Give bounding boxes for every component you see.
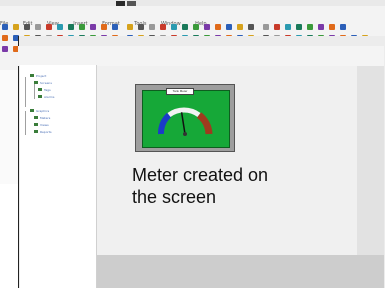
tree-item[interactable]: Tags — [44, 88, 51, 92]
toolbar-button-icon[interactable] — [215, 24, 221, 30]
folder-icon — [34, 123, 38, 126]
toolbar-button-icon[interactable] — [296, 24, 302, 30]
toolbar-button-icon[interactable] — [68, 24, 74, 30]
toolbar-button-icon[interactable] — [204, 24, 210, 30]
toolbar-button-icon[interactable] — [274, 24, 280, 30]
folder-icon — [38, 95, 42, 98]
toolbar-button-icon[interactable] — [90, 24, 96, 30]
tree-item[interactable]: Views — [40, 123, 49, 127]
tree-item[interactable]: Reports — [40, 130, 52, 134]
meter-title-box: Tank Meter — [166, 88, 194, 95]
gauge-arc-high — [196, 112, 213, 135]
canvas-margin-right — [357, 66, 384, 255]
toolbar-button-icon[interactable] — [285, 24, 291, 30]
toolbar-button-icon[interactable] — [101, 24, 107, 30]
folder-icon — [34, 116, 38, 119]
editor-window-toolbar — [18, 46, 384, 66]
tree-connector — [34, 83, 35, 99]
tree-item[interactable]: Screens — [40, 81, 52, 85]
tree-connector — [25, 77, 26, 107]
toolbar-button-icon[interactable] — [226, 24, 232, 30]
toolbar-button-icon[interactable] — [127, 24, 133, 30]
toolbar-button-icon[interactable] — [57, 24, 63, 30]
toolbar-button-icon[interactable] — [237, 24, 243, 30]
background-window-fill — [0, 70, 18, 184]
toolbar-button-icon[interactable] — [263, 24, 269, 30]
folder-icon — [34, 81, 38, 84]
toolbar-button-icon[interactable] — [2, 35, 8, 41]
toolbar-button-icon[interactable] — [171, 24, 177, 30]
toolbar-button-icon[interactable] — [79, 24, 85, 30]
gauge-arc-mid — [167, 107, 201, 118]
project-tree: Project Screens Tags Alarms Graphics Met… — [20, 65, 97, 288]
meter-widget[interactable]: Tank Meter — [135, 84, 235, 152]
toolbar-button-icon[interactable] — [2, 24, 8, 30]
toolbar-button-icon[interactable] — [149, 24, 155, 30]
toolbar-button-icon[interactable] — [24, 24, 30, 30]
canvas-margin-bottom — [97, 255, 384, 288]
toolbar-button-icon[interactable] — [35, 24, 41, 30]
gauge-pivot — [183, 132, 187, 136]
toolbar-button-icon[interactable] — [318, 24, 324, 30]
tree-connector — [25, 111, 26, 135]
annotation-caption: Meter created on the screen — [132, 164, 268, 208]
background-window-edge — [0, 70, 19, 184]
toolbar-button-icon[interactable] — [307, 24, 313, 30]
toolbar-button-icon[interactable] — [112, 24, 118, 30]
gauge-arc-low — [158, 112, 172, 135]
folder-icon — [34, 130, 38, 133]
tree-item[interactable]: Meters — [40, 116, 50, 120]
folder-icon — [30, 74, 34, 77]
toolbar-button-icon[interactable] — [46, 24, 52, 30]
folder-icon — [38, 88, 42, 91]
toolbar-button-icon[interactable] — [160, 24, 166, 30]
toolbar-button-icon[interactable] — [13, 24, 19, 30]
gauge-needle — [180, 112, 186, 135]
meter-title: Tank Meter — [172, 89, 188, 93]
toolbar-button-icon[interactable] — [193, 24, 199, 30]
caption-line-1: Meter created on — [132, 165, 269, 185]
caption-line-2: the screen — [132, 187, 217, 207]
tree-item[interactable]: Project — [36, 74, 46, 78]
toolbar-row-1 — [2, 24, 372, 33]
tree-item[interactable]: Alarms — [44, 95, 54, 99]
toolbar-button-icon[interactable] — [329, 24, 335, 30]
toolbar-button-icon[interactable] — [340, 24, 346, 30]
folder-icon — [30, 109, 34, 112]
menu-bar: File Edit View Insert Format Tools Windo… — [0, 12, 385, 27]
meter-gauge — [158, 107, 213, 136]
toolbar-button-icon[interactable] — [248, 24, 254, 30]
toolbar-button-icon[interactable] — [138, 24, 144, 30]
tree-item[interactable]: Graphics — [36, 109, 49, 113]
toolbar-button-icon[interactable] — [2, 46, 8, 52]
toolbar-button-icon[interactable] — [182, 24, 188, 30]
